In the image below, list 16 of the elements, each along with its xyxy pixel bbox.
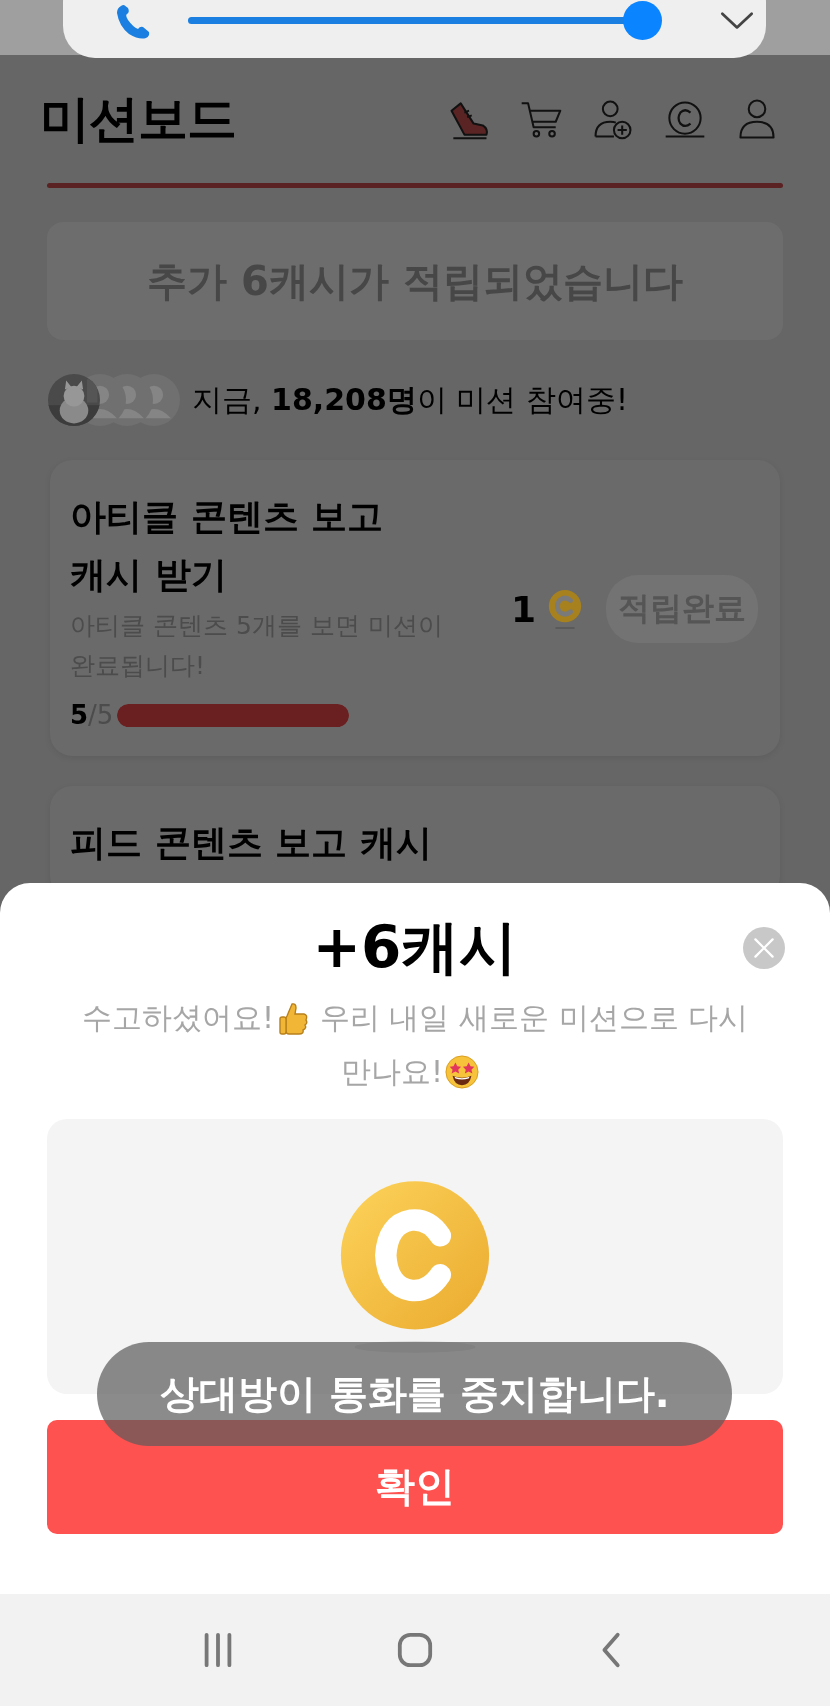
mission-title: 피드 콘텐츠 보고 캐시 [70, 821, 433, 865]
message-text: 우리 내일 새로운 미션으로 다시 [319, 999, 749, 1037]
sheet-title: +6캐시 [312, 912, 518, 983]
home-icon[interactable] [396, 1631, 434, 1669]
reward-amount: 1 [510, 588, 536, 630]
toast-message: 상대방이 통화를 중지합니다. [97, 1342, 732, 1446]
message-text: 만나요! [341, 1053, 443, 1091]
slider-thumb[interactable] [623, 0, 662, 40]
volume-slider[interactable] [188, 0, 663, 40]
star-eyes-face-icon [445, 1054, 479, 1090]
coin-icon [546, 588, 584, 630]
page-title: 미션보드 [40, 88, 236, 150]
participants-text: 지금, 18,208명이 미션 참여중! [192, 380, 628, 419]
message-text: 수고하셨어요! [81, 999, 274, 1037]
chevron-down-icon[interactable] [718, 10, 756, 32]
mission-title: 아티클 콘텐츠 보고 캐시 받기 [70, 495, 385, 597]
